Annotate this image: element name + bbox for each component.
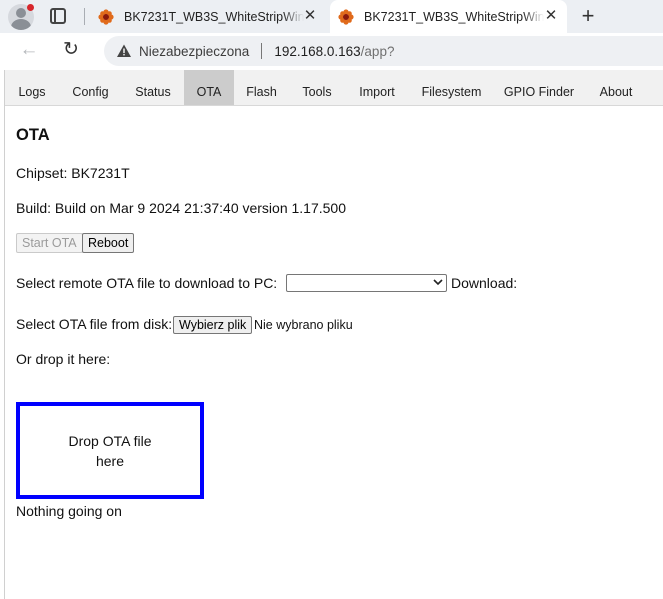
tab-separator [84, 8, 85, 25]
close-tab-icon[interactable]: ✕ [543, 8, 559, 24]
page-title: OTA [16, 126, 50, 144]
disk-file-label: Select OTA file from disk: [16, 316, 173, 332]
browser-tab-1[interactable]: BK7231T_WB3S_WhiteStripWindow ✕ [90, 0, 326, 33]
avatar-body [11, 19, 31, 30]
menu-item-logs[interactable]: Logs [5, 70, 59, 105]
browser-toolbar: ← ↻ Niezabezpieczona 192.168.0.163/app? [0, 33, 663, 70]
reboot-button[interactable]: Reboot [82, 233, 135, 253]
flower-icon [338, 8, 354, 25]
menu-item-tools[interactable]: Tools [289, 70, 345, 105]
menu-item-config[interactable]: Config [59, 70, 122, 105]
tab-actions-icon[interactable] [50, 8, 66, 24]
drop-hint-text: Or drop it here: [16, 351, 111, 367]
chevron-down-icon [433, 279, 443, 286]
browser-tab-strip: BK7231T_WB3S_WhiteStripWindow ✕ BK7231T_… [0, 0, 663, 33]
menu-item-flash[interactable]: Flash [234, 70, 289, 105]
start-ota-button[interactable]: Start OTA [16, 233, 83, 253]
new-tab-button[interactable]: + [578, 4, 598, 28]
url-host[interactable]: 192.168.0.163 [274, 44, 360, 59]
build-text: Build: Build on Mar 9 2024 21:37:40 vers… [16, 200, 347, 216]
ota-dropzone[interactable]: Drop OTA file here [16, 402, 204, 499]
app-menu-bar: Logs Config Status OTA Flash Tools Impor… [5, 70, 663, 106]
back-arrow-icon[interactable]: ← [18, 39, 40, 61]
remote-ota-select[interactable] [286, 274, 447, 292]
tab-title: BK7231T_WB3S_WhiteStripWindow [124, 9, 304, 24]
tab-title: BK7231T_WB3S_WhiteStripWindow [364, 9, 544, 24]
menu-item-gpio-finder[interactable]: GPIO Finder [494, 70, 584, 105]
menu-item-import[interactable]: Import [345, 70, 409, 105]
flower-icon [98, 8, 114, 25]
menu-item-filesystem[interactable]: Filesystem [409, 70, 494, 105]
avatar-head [16, 8, 26, 18]
remote-ota-label: Select remote OTA file to download to PC… [16, 275, 278, 291]
page-viewport [0, 70, 663, 599]
browser-tab-2[interactable]: BK7231T_WB3S_WhiteStripWindow ✕ [330, 0, 567, 33]
ota-status-text: Nothing going on [16, 503, 122, 519]
choose-file-button[interactable]: Wybierz plik [173, 316, 253, 334]
security-status-label[interactable]: Niezabezpieczona [139, 44, 249, 59]
viewport-border [4, 70, 5, 599]
dropzone-label: Drop OTA file here [68, 432, 152, 469]
menu-item-ota[interactable]: OTA [184, 70, 234, 105]
warning-icon[interactable] [116, 43, 132, 59]
download-label[interactable]: Download: [451, 275, 517, 291]
menu-item-about[interactable]: About [584, 70, 648, 105]
chipset-text: Chipset: BK7231T [16, 165, 130, 181]
menu-item-status[interactable]: Status [122, 70, 184, 105]
address-bar[interactable]: Niezabezpieczona 192.168.0.163/app? [104, 36, 663, 66]
address-separator [261, 43, 263, 59]
close-tab-icon[interactable]: ✕ [302, 8, 318, 24]
file-status-text: Nie wybrano pliku [254, 318, 353, 332]
notification-dot-icon [27, 4, 34, 11]
reload-icon[interactable]: ↻ [60, 39, 82, 61]
url-path[interactable]: /app? [361, 44, 395, 59]
